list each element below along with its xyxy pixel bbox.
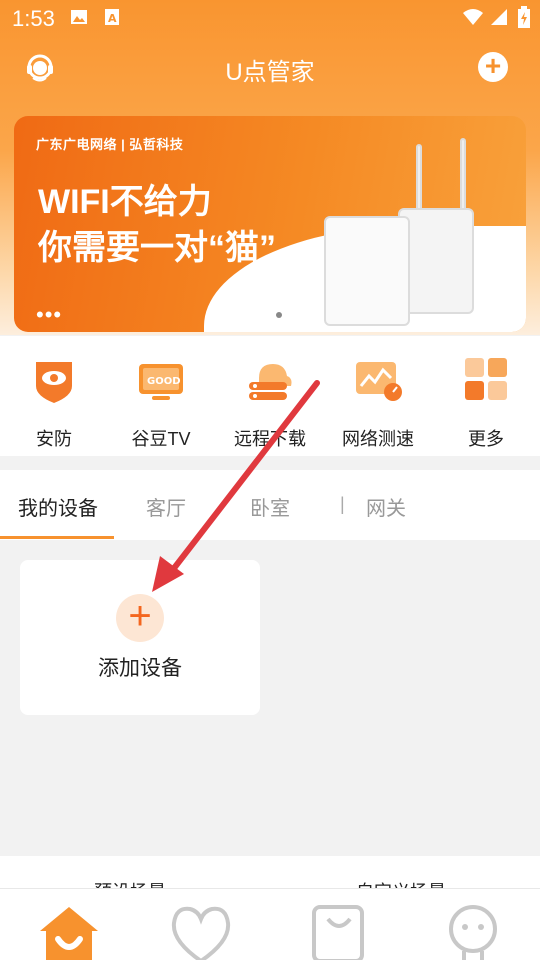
quick-access-bar: 安防 GOOD 谷豆TV 远程下载 网络测速 更多 xyxy=(0,336,540,456)
quick-item-security-label: 安防 xyxy=(36,429,72,449)
svg-text:A: A xyxy=(108,12,117,25)
profile-icon[interactable] xyxy=(440,903,506,960)
active-tab-indicator xyxy=(0,536,114,539)
tab-gateway[interactable]: 网关 xyxy=(366,492,406,521)
speed-test-icon xyxy=(356,362,402,401)
tab-living-room[interactable]: 客厅 xyxy=(146,492,186,521)
tab-my-devices[interactable]: 我的设备 xyxy=(18,492,98,521)
app-header: U点管家 + xyxy=(0,36,540,96)
security-eye-icon xyxy=(36,362,72,403)
quick-item-remote-download[interactable]: 远程下载 xyxy=(225,356,315,451)
tv-icon: GOOD xyxy=(139,364,183,400)
wifi-icon xyxy=(463,9,483,25)
quick-item-more-label: 更多 xyxy=(468,429,504,449)
add-icon[interactable]: + xyxy=(478,52,508,82)
quick-item-remote-download-label: 远程下载 xyxy=(234,429,306,449)
heart-icon[interactable] xyxy=(168,903,234,960)
status-time: 1:53 xyxy=(12,6,55,31)
home-icon[interactable] xyxy=(36,903,102,960)
battery-icon xyxy=(518,6,530,28)
tab-separator: | xyxy=(340,494,345,514)
banner-page-indicator xyxy=(276,312,282,318)
add-device-card[interactable]: + 添加设备 xyxy=(20,560,260,715)
page-title: U点管家 xyxy=(225,59,315,86)
bottom-navigation xyxy=(0,888,540,960)
banner-brand: 广东广电网络 | 弘哲科技 xyxy=(36,137,184,152)
quick-item-speed-test-label: 网络测速 xyxy=(342,429,414,449)
quick-item-gudou-tv[interactable]: GOOD 谷豆TV xyxy=(116,356,206,451)
tab-bedroom[interactable]: 卧室 xyxy=(250,492,290,521)
quick-item-gudou-tv-label: 谷豆TV xyxy=(131,429,191,449)
svg-text:GOOD: GOOD xyxy=(147,376,181,387)
gallery-notification-icon xyxy=(71,10,87,24)
status-bar: 1:53 A xyxy=(0,0,540,36)
add-device-plus-icon: + xyxy=(116,594,164,642)
banner-headline-1: WIFI不给力 xyxy=(38,183,212,221)
app-notification-icon: A xyxy=(105,9,119,25)
banner-more-dots: ••• xyxy=(36,302,63,327)
cell-signal-icon xyxy=(491,9,507,25)
cloud-download-icon xyxy=(249,364,292,400)
quick-item-security[interactable]: 安防 xyxy=(9,356,99,451)
room-tabs: 我的设备 客厅 卧室 | 网关 xyxy=(0,470,540,540)
promo-banner[interactable]: 广东广电网络 | 弘哲科技 WIFI不给力 你需要一对“猫” ••• xyxy=(14,116,526,332)
more-grid-icon xyxy=(465,358,507,400)
quick-item-speed-test[interactable]: 网络测速 xyxy=(333,356,423,451)
banner-headline-2: 你需要一对“猫” xyxy=(38,229,276,267)
add-device-label: 添加设备 xyxy=(98,657,182,680)
bag-icon[interactable] xyxy=(306,903,372,960)
quick-item-more[interactable]: 更多 xyxy=(441,356,531,451)
